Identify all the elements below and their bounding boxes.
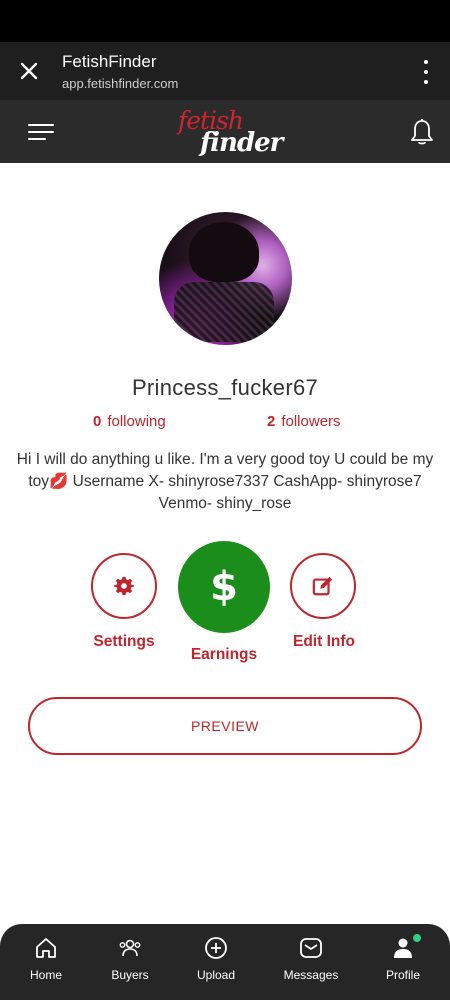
nav-item-upload[interactable]: Upload xyxy=(171,924,261,1000)
followers-count: 2 xyxy=(267,413,276,430)
nav-item-profile[interactable]: Profile xyxy=(358,924,448,1000)
more-options-icon[interactable] xyxy=(422,60,430,84)
dollar-icon: $ xyxy=(210,564,238,610)
nav-label-messages: Messages xyxy=(283,968,339,982)
edit-info-label[interactable]: Edit Info xyxy=(274,633,374,651)
following-label: following xyxy=(107,413,166,430)
status-bar xyxy=(0,0,450,42)
bio-text-end: Username X- shinyrose7337 CashApp- shiny… xyxy=(68,473,422,512)
nav-item-messages[interactable]: Messages xyxy=(266,924,356,1000)
profile-stats: 0 following 2 followers xyxy=(0,413,450,435)
home-icon xyxy=(36,938,56,958)
message-icon xyxy=(300,938,322,958)
profile-bio: Hi I will do anything u like. I'm a very… xyxy=(15,449,435,515)
earnings-button[interactable]: $ xyxy=(178,541,270,633)
lips-emoji-icon: 💋 xyxy=(49,473,69,490)
menu-icon[interactable] xyxy=(28,122,54,142)
earnings-label[interactable]: Earnings xyxy=(174,646,274,664)
logo-bottom-text: finder xyxy=(200,128,283,158)
edit-icon xyxy=(312,576,333,596)
nav-label-buyers: Buyers xyxy=(111,968,149,982)
nav-label-profile: Profile xyxy=(385,968,420,982)
following-link[interactable]: 0 following xyxy=(93,413,166,430)
avatar-photo-figure xyxy=(189,222,259,282)
gear-icon xyxy=(114,576,134,596)
browser-toolbar: FetishFinder app.fetishfinder.com xyxy=(0,42,450,100)
following-count: 0 xyxy=(93,413,102,430)
close-icon[interactable] xyxy=(18,60,40,82)
nav-label-upload: Upload xyxy=(196,968,236,982)
online-status-dot xyxy=(413,934,421,942)
browser-title: FetishFinder xyxy=(62,52,157,71)
plus-circle-icon xyxy=(205,937,227,959)
settings-label[interactable]: Settings xyxy=(74,633,174,651)
nav-item-buyers[interactable]: Buyers xyxy=(85,924,175,1000)
followers-label: followers xyxy=(281,413,341,430)
avatar[interactable] xyxy=(159,212,292,345)
users-icon xyxy=(119,939,141,957)
logo[interactable]: fetish finder xyxy=(170,106,283,158)
nav-item-home[interactable]: Home xyxy=(1,924,91,1000)
followers-link[interactable]: 2 followers xyxy=(267,413,341,430)
browser-url: app.fetishfinder.com xyxy=(62,76,179,91)
app-header: fetish finder xyxy=(0,100,450,163)
settings-button[interactable] xyxy=(91,553,157,619)
preview-button[interactable]: PREVIEW xyxy=(28,697,422,755)
avatar-photo-detail xyxy=(174,282,274,342)
profile-username: Princess_fucker67 xyxy=(131,375,319,400)
nav-label-home: Home xyxy=(29,968,62,982)
notification-bell-icon[interactable] xyxy=(410,118,434,146)
bottom-nav: Home Buyers Upload Messages Profile xyxy=(0,924,450,1000)
profile-icon xyxy=(394,938,412,958)
edit-info-button[interactable] xyxy=(290,553,356,619)
